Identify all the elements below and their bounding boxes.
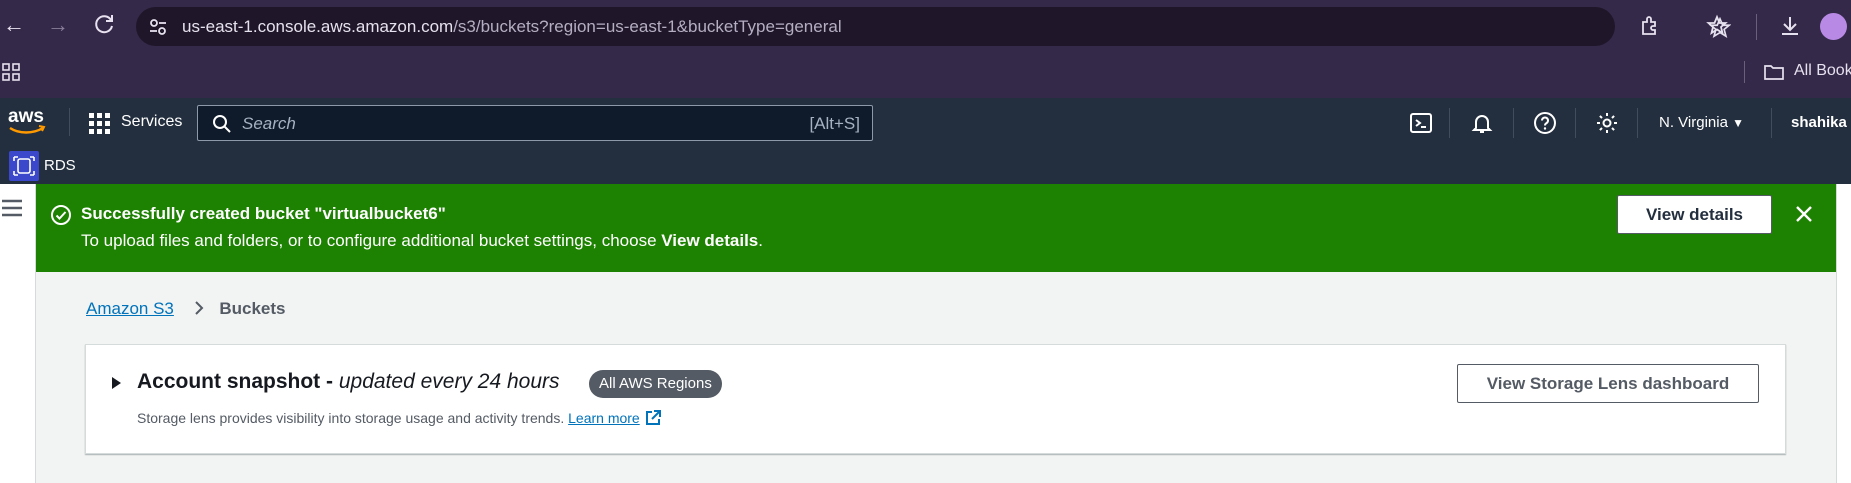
header-divider xyxy=(1771,108,1772,138)
url-text: us-east-1.console.aws.amazon.com/s3/buck… xyxy=(182,17,842,37)
region-label: N. Virginia xyxy=(1659,114,1728,131)
rds-service-icon[interactable] xyxy=(9,151,39,181)
header-divider xyxy=(1513,108,1514,138)
aws-console-header: aws Services Search [Alt+S] N. Virginia xyxy=(0,98,1851,148)
search-icon xyxy=(213,115,231,133)
services-menu-label[interactable]: Services xyxy=(121,113,182,131)
bookmarks-divider xyxy=(1744,61,1745,83)
breadcrumb-buckets: Buckets xyxy=(219,299,286,318)
side-navigation-rail xyxy=(0,184,36,483)
regions-badge: All AWS Regions xyxy=(589,370,722,398)
snapshot-title: Account snapshot - xyxy=(137,370,339,393)
flash-body-text: To upload files and folders, or to confi… xyxy=(81,231,662,250)
settings-gear-icon[interactable] xyxy=(1595,111,1619,135)
learn-more-link[interactable]: Learn more xyxy=(568,410,640,426)
region-selector[interactable]: N. Virginia ▼ xyxy=(1659,114,1744,131)
view-storage-lens-button[interactable]: View Storage Lens dashboard xyxy=(1457,364,1759,403)
header-divider xyxy=(1575,108,1576,138)
browser-toolbar: ← → us-east-1.console.aws.amazon.com/s3/… xyxy=(0,0,1851,52)
view-details-button[interactable]: View details xyxy=(1617,195,1772,234)
search-placeholder: Search xyxy=(242,114,296,133)
bookmarks-bar xyxy=(0,52,1851,98)
flash-body-end: . xyxy=(758,231,763,250)
flash-title: Successfully created bucket "virtualbuck… xyxy=(81,204,446,223)
database-icon xyxy=(13,156,35,176)
help-icon[interactable] xyxy=(1533,111,1557,135)
favorite-rds-link[interactable]: RDS xyxy=(44,157,76,174)
cloudshell-icon[interactable] xyxy=(1409,111,1433,135)
header-divider xyxy=(1449,108,1450,138)
caret-down-icon: ▼ xyxy=(1732,116,1744,130)
breadcrumb-amazon-s3[interactable]: Amazon S3 xyxy=(86,299,174,318)
download-icon[interactable] xyxy=(1778,14,1802,38)
search-shortcut: [Alt+S] xyxy=(809,114,860,133)
profile-avatar[interactable] xyxy=(1820,13,1847,40)
aws-logo-icon[interactable]: aws xyxy=(6,105,48,139)
snapshot-description: Storage lens provides visibility into st… xyxy=(137,409,662,427)
all-bookmarks-link[interactable]: All Bookm xyxy=(1794,62,1851,80)
snapshot-heading[interactable]: Account snapshot - updated every 24 hour… xyxy=(137,370,560,394)
extensions-icon[interactable] xyxy=(1638,14,1662,38)
close-icon[interactable] xyxy=(1792,202,1816,226)
url-host: us-east-1.console.aws.amazon.com xyxy=(182,17,454,36)
header-divider xyxy=(1637,108,1638,138)
header-divider xyxy=(69,108,70,136)
notifications-bell-icon[interactable] xyxy=(1470,111,1494,135)
forward-icon[interactable]: → xyxy=(44,11,72,39)
success-check-icon xyxy=(51,205,71,225)
favorites-icon[interactable] xyxy=(1706,14,1730,38)
snapshot-subtitle: updated every 24 hours xyxy=(338,370,560,393)
favorites-bar: RDS xyxy=(0,148,1851,184)
success-flash-message: Successfully created bucket "virtualbuck… xyxy=(36,184,1836,272)
expand-caret-icon[interactable] xyxy=(112,377,121,389)
services-grid-icon[interactable] xyxy=(89,113,110,134)
flash-body-emphasis: View details xyxy=(661,231,759,250)
folder-icon xyxy=(1764,65,1784,80)
site-settings-icon[interactable] xyxy=(148,17,168,37)
tools-panel-rail xyxy=(1836,184,1851,483)
flash-body: To upload files and folders, or to confi… xyxy=(81,231,763,251)
search-input[interactable]: Search [Alt+S] xyxy=(197,105,873,141)
address-bar[interactable]: us-east-1.console.aws.amazon.com/s3/buck… xyxy=(136,7,1731,46)
back-icon[interactable]: ← xyxy=(0,11,28,39)
toolbar-divider xyxy=(1756,14,1757,40)
chevron-right-icon xyxy=(194,301,204,315)
url-path: /s3/buckets?region=us-east-1&bucketType=… xyxy=(453,17,842,36)
snapshot-description-text: Storage lens provides visibility into st… xyxy=(137,410,569,426)
svg-text:aws: aws xyxy=(8,106,44,127)
breadcrumb: Amazon S3 Buckets xyxy=(86,299,286,319)
account-snapshot-panel: Account snapshot - updated every 24 hour… xyxy=(85,344,1786,454)
apps-grid-icon[interactable] xyxy=(2,63,20,81)
hamburger-menu-icon[interactable] xyxy=(2,199,22,217)
account-menu[interactable]: shahika xyxy=(1791,114,1847,131)
external-link-icon[interactable] xyxy=(644,409,662,427)
reload-icon[interactable] xyxy=(92,12,116,36)
